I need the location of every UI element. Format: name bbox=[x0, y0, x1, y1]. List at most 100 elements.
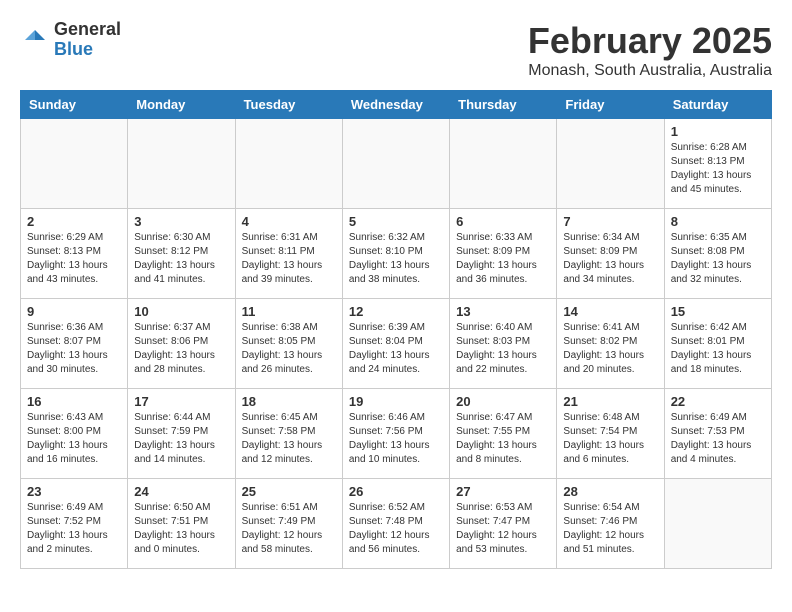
day-number: 17 bbox=[134, 394, 228, 409]
day-info: Sunrise: 6:46 AM Sunset: 7:56 PM Dayligh… bbox=[349, 411, 443, 467]
day-info: Sunrise: 6:54 AM Sunset: 7:46 PM Dayligh… bbox=[563, 501, 657, 557]
day-number: 27 bbox=[456, 484, 550, 499]
calendar-cell: 17 Sunrise: 6:44 AM Sunset: 7:59 PM Dayli… bbox=[128, 389, 235, 479]
calendar-cell: 25Sunrise: 6:51 AM Sunset: 7:49 PM Dayli… bbox=[235, 479, 342, 569]
weekday-header-wednesday: Wednesday bbox=[342, 91, 449, 119]
day-info: Sunrise: 6:49 AM Sunset: 7:52 PM Dayligh… bbox=[27, 501, 121, 557]
calendar-cell: 16Sunrise: 6:43 AM Sunset: 8:00 PM Dayli… bbox=[21, 389, 128, 479]
day-number: 3 bbox=[134, 214, 228, 229]
day-number: 12 bbox=[349, 304, 443, 319]
day-number: 21 bbox=[563, 394, 657, 409]
weekday-header-sunday: Sunday bbox=[21, 91, 128, 119]
day-info: Sunrise: 6:51 AM Sunset: 7:49 PM Dayligh… bbox=[242, 501, 336, 557]
calendar-cell bbox=[450, 119, 557, 209]
day-number: 11 bbox=[242, 304, 336, 319]
day-number: 9 bbox=[27, 304, 121, 319]
day-info: Sunrise: 6:41 AM Sunset: 8:02 PM Dayligh… bbox=[563, 321, 657, 377]
day-number: 18 bbox=[242, 394, 336, 409]
calendar-cell bbox=[21, 119, 128, 209]
calendar-cell: 24Sunrise: 6:50 AM Sunset: 7:51 PM Dayli… bbox=[128, 479, 235, 569]
calendar-cell: 5 Sunrise: 6:32 AM Sunset: 8:10 PM Daylig… bbox=[342, 209, 449, 299]
calendar-cell bbox=[235, 119, 342, 209]
week-row-2: 2 Sunrise: 6:29 AM Sunset: 8:13 PM Daylig… bbox=[21, 209, 772, 299]
calendar-cell: 14Sunrise: 6:41 AM Sunset: 8:02 PM Dayli… bbox=[557, 299, 664, 389]
day-info: Sunrise: 6:34 AM Sunset: 8:09 PM Dayligh… bbox=[563, 231, 657, 287]
day-info: Sunrise: 6:31 AM Sunset: 8:11 PM Dayligh… bbox=[242, 231, 336, 287]
calendar-cell bbox=[342, 119, 449, 209]
calendar-cell: 3Sunrise: 6:30 AM Sunset: 8:12 PM Daylig… bbox=[128, 209, 235, 299]
calendar-cell: 11 Sunrise: 6:38 AM Sunset: 8:05 PM Dayli… bbox=[235, 299, 342, 389]
weekday-header-tuesday: Tuesday bbox=[235, 91, 342, 119]
calendar-cell: 9 Sunrise: 6:36 AM Sunset: 8:07 PM Daylig… bbox=[21, 299, 128, 389]
day-info: Sunrise: 6:49 AM Sunset: 7:53 PM Dayligh… bbox=[671, 411, 765, 467]
day-number: 20 bbox=[456, 394, 550, 409]
calendar-cell: 28Sunrise: 6:54 AM Sunset: 7:46 PM Dayli… bbox=[557, 479, 664, 569]
calendar-cell: 13 Sunrise: 6:40 AM Sunset: 8:03 PM Dayli… bbox=[450, 299, 557, 389]
calendar-cell: 6 Sunrise: 6:33 AM Sunset: 8:09 PM Daylig… bbox=[450, 209, 557, 299]
day-number: 16 bbox=[27, 394, 121, 409]
day-info: Sunrise: 6:36 AM Sunset: 8:07 PM Dayligh… bbox=[27, 321, 121, 377]
weekday-header-saturday: Saturday bbox=[664, 91, 771, 119]
logo-general: General bbox=[54, 20, 121, 40]
day-info: Sunrise: 6:42 AM Sunset: 8:01 PM Dayligh… bbox=[671, 321, 765, 377]
day-info: Sunrise: 6:33 AM Sunset: 8:09 PM Dayligh… bbox=[456, 231, 550, 287]
day-number: 8 bbox=[671, 214, 765, 229]
day-info: Sunrise: 6:38 AM Sunset: 8:05 PM Dayligh… bbox=[242, 321, 336, 377]
day-number: 5 bbox=[349, 214, 443, 229]
calendar-cell: 19 Sunrise: 6:46 AM Sunset: 7:56 PM Dayli… bbox=[342, 389, 449, 479]
day-number: 10 bbox=[134, 304, 228, 319]
calendar-cell: 1Sunrise: 6:28 AM Sunset: 8:13 PM Daylig… bbox=[664, 119, 771, 209]
day-info: Sunrise: 6:48 AM Sunset: 7:54 PM Dayligh… bbox=[563, 411, 657, 467]
calendar-cell: 26 Sunrise: 6:52 AM Sunset: 7:48 PM Dayli… bbox=[342, 479, 449, 569]
day-info: Sunrise: 6:35 AM Sunset: 8:08 PM Dayligh… bbox=[671, 231, 765, 287]
day-info: Sunrise: 6:40 AM Sunset: 8:03 PM Dayligh… bbox=[456, 321, 550, 377]
weekday-header-row: SundayMondayTuesdayWednesdayThursdayFrid… bbox=[21, 91, 772, 119]
day-info: Sunrise: 6:52 AM Sunset: 7:48 PM Dayligh… bbox=[349, 501, 443, 557]
calendar-cell: 27 Sunrise: 6:53 AM Sunset: 7:47 PM Dayli… bbox=[450, 479, 557, 569]
main-title: February 2025 bbox=[528, 20, 772, 62]
day-info: Sunrise: 6:32 AM Sunset: 8:10 PM Dayligh… bbox=[349, 231, 443, 287]
title-section: February 2025 Monash, South Australia, A… bbox=[528, 20, 772, 80]
day-number: 2 bbox=[27, 214, 121, 229]
weekday-header-thursday: Thursday bbox=[450, 91, 557, 119]
calendar-cell: 15 Sunrise: 6:42 AM Sunset: 8:01 PM Dayli… bbox=[664, 299, 771, 389]
calendar-cell: 12 Sunrise: 6:39 AM Sunset: 8:04 PM Dayli… bbox=[342, 299, 449, 389]
day-info: Sunrise: 6:39 AM Sunset: 8:04 PM Dayligh… bbox=[349, 321, 443, 377]
day-number: 15 bbox=[671, 304, 765, 319]
day-info: Sunrise: 6:44 AM Sunset: 7:59 PM Dayligh… bbox=[134, 411, 228, 467]
subtitle: Monash, South Australia, Australia bbox=[528, 62, 772, 80]
weekday-header-friday: Friday bbox=[557, 91, 664, 119]
week-row-4: 16Sunrise: 6:43 AM Sunset: 8:00 PM Dayli… bbox=[21, 389, 772, 479]
day-number: 26 bbox=[349, 484, 443, 499]
calendar-cell: 22 Sunrise: 6:49 AM Sunset: 7:53 PM Dayli… bbox=[664, 389, 771, 479]
logo: General Blue bbox=[20, 20, 121, 60]
calendar-cell bbox=[557, 119, 664, 209]
calendar-cell: 18 Sunrise: 6:45 AM Sunset: 7:58 PM Dayli… bbox=[235, 389, 342, 479]
calendar-cell bbox=[128, 119, 235, 209]
logo-text: General Blue bbox=[54, 20, 121, 60]
calendar-cell: 20Sunrise: 6:47 AM Sunset: 7:55 PM Dayli… bbox=[450, 389, 557, 479]
day-number: 22 bbox=[671, 394, 765, 409]
calendar-cell: 10Sunrise: 6:37 AM Sunset: 8:06 PM Dayli… bbox=[128, 299, 235, 389]
day-number: 6 bbox=[456, 214, 550, 229]
calendar-cell: 8 Sunrise: 6:35 AM Sunset: 8:08 PM Daylig… bbox=[664, 209, 771, 299]
day-info: Sunrise: 6:50 AM Sunset: 7:51 PM Dayligh… bbox=[134, 501, 228, 557]
calendar: SundayMondayTuesdayWednesdayThursdayFrid… bbox=[20, 90, 772, 569]
week-row-5: 23 Sunrise: 6:49 AM Sunset: 7:52 PM Dayli… bbox=[21, 479, 772, 569]
calendar-cell bbox=[664, 479, 771, 569]
calendar-cell: 23 Sunrise: 6:49 AM Sunset: 7:52 PM Dayli… bbox=[21, 479, 128, 569]
calendar-cell: 7 Sunrise: 6:34 AM Sunset: 8:09 PM Daylig… bbox=[557, 209, 664, 299]
day-info: Sunrise: 6:29 AM Sunset: 8:13 PM Dayligh… bbox=[27, 231, 121, 287]
calendar-cell: 2 Sunrise: 6:29 AM Sunset: 8:13 PM Daylig… bbox=[21, 209, 128, 299]
day-number: 7 bbox=[563, 214, 657, 229]
day-info: Sunrise: 6:45 AM Sunset: 7:58 PM Dayligh… bbox=[242, 411, 336, 467]
day-info: Sunrise: 6:28 AM Sunset: 8:13 PM Dayligh… bbox=[671, 141, 765, 197]
day-number: 23 bbox=[27, 484, 121, 499]
day-number: 13 bbox=[456, 304, 550, 319]
day-info: Sunrise: 6:53 AM Sunset: 7:47 PM Dayligh… bbox=[456, 501, 550, 557]
logo-icon bbox=[20, 25, 50, 55]
calendar-cell: 4Sunrise: 6:31 AM Sunset: 8:11 PM Daylig… bbox=[235, 209, 342, 299]
weekday-header-monday: Monday bbox=[128, 91, 235, 119]
day-number: 19 bbox=[349, 394, 443, 409]
logo-blue: Blue bbox=[54, 40, 121, 60]
